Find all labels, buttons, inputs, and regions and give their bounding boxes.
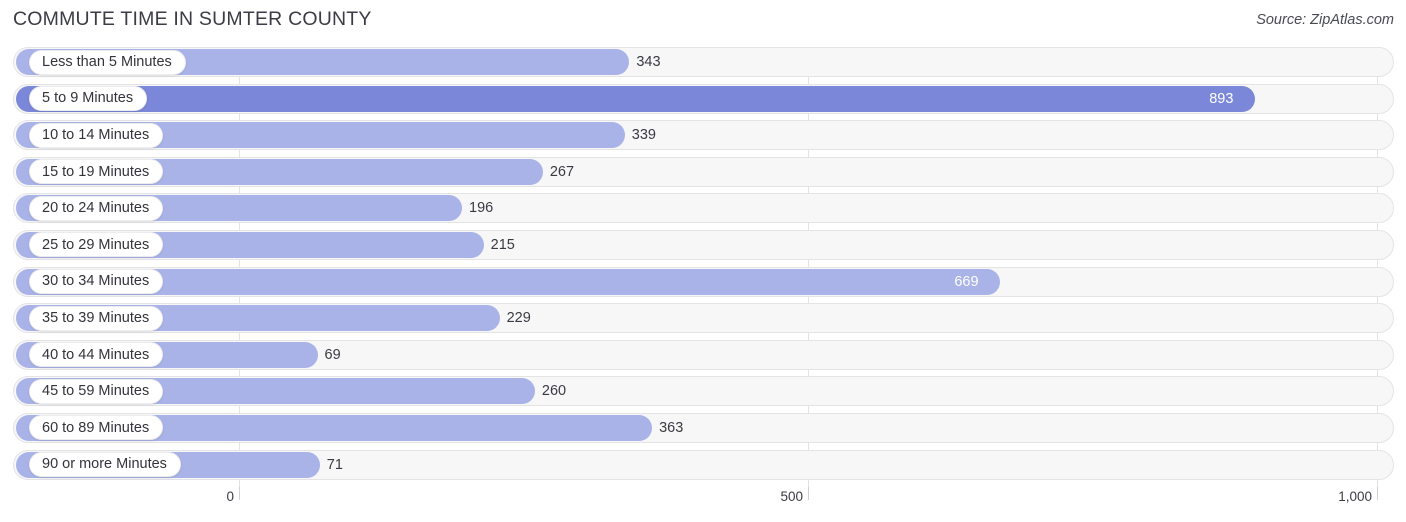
bar-row[interactable]: 5 to 9 Minutes 893 — [0, 83, 1406, 114]
bar-row[interactable]: 25 to 29 Minutes 215 — [0, 229, 1406, 260]
bar-label: Less than 5 Minutes — [42, 53, 172, 70]
bar-label: 60 to 89 Minutes — [42, 419, 150, 436]
bar-row[interactable]: 35 to 39 Minutes 229 — [0, 303, 1406, 334]
bar-value-label: 669 — [954, 273, 979, 290]
source-attribution: Source: ZipAtlas.com — [1256, 12, 1394, 28]
x-axis-tick-label: 1,000 — [1338, 489, 1372, 504]
bar-value-label: 69 — [324, 346, 341, 363]
bar-label-pill: 25 to 29 Minutes — [29, 232, 164, 258]
bar-label: 40 to 44 Minutes — [42, 346, 150, 363]
bar-value-label: 260 — [541, 383, 567, 400]
bar-row[interactable]: 30 to 34 Minutes 669 — [0, 266, 1406, 297]
bar-label-pill: 60 to 89 Minutes — [29, 415, 164, 441]
bar-label-pill: Less than 5 Minutes — [29, 49, 186, 75]
bar-label: 45 to 59 Minutes — [42, 383, 150, 400]
bar-value-label: 267 — [549, 163, 575, 180]
bar-rows: Less than 5 Minutes 343 5 to 9 Minutes 893 1… — [0, 47, 1406, 486]
bar[interactable] — [16, 85, 1256, 112]
bar-value-label: 343 — [636, 54, 661, 70]
bar-row[interactable]: 10 to 14 Minutes 339 — [0, 120, 1406, 151]
bar-label: 15 to 19 Minutes — [42, 163, 150, 180]
bar-label: 10 to 14 Minutes — [42, 126, 150, 143]
page-title: COMMUTE TIME IN SUMTER COUNTY — [13, 8, 372, 30]
bar-label-pill: 35 to 39 Minutes — [29, 305, 164, 331]
bar-label: 20 to 24 Minutes — [42, 200, 150, 217]
bar-value-label: 229 — [506, 310, 531, 327]
bar-row[interactable]: 60 to 89 Minutes 363 — [0, 412, 1406, 443]
bar[interactable] — [16, 268, 1001, 295]
bar-label-pill: 10 to 14 Minutes — [29, 122, 164, 148]
x-axis-tick-500 — [808, 487, 809, 500]
bar-row[interactable]: 15 to 19 Minutes 267 — [0, 156, 1406, 187]
bar-label-pill: 30 to 34 Minutes — [29, 269, 164, 295]
bar-label: 25 to 29 Minutes — [42, 236, 150, 253]
bar-label: 5 to 9 Minutes — [42, 90, 134, 107]
bar-label: 30 to 34 Minutes — [42, 273, 150, 290]
bar-row[interactable]: 90 or more Minutes 71 — [0, 449, 1406, 480]
chart-header: COMMUTE TIME IN SUMTER COUNTY Source: Zi… — [0, 0, 1406, 44]
bar-value-label: 215 — [490, 236, 515, 253]
bar-label-pill: 90 or more Minutes — [29, 452, 181, 478]
bar-label-pill: 20 to 24 Minutes — [29, 195, 164, 221]
bar-row[interactable]: 45 to 59 Minutes 260 — [0, 376, 1406, 407]
bar-label-pill: 5 to 9 Minutes — [29, 86, 148, 112]
bar-value-label: 71 — [326, 456, 343, 473]
bar-value-label: 363 — [659, 419, 684, 436]
x-axis-tick-1000 — [1377, 487, 1378, 500]
bar-label: 90 or more Minutes — [42, 456, 167, 473]
bar-label-pill: 15 to 19 Minutes — [29, 159, 164, 185]
bar-label-pill: 40 to 44 Minutes — [29, 342, 164, 368]
bar-value-label: 339 — [631, 127, 656, 144]
bar-label: 35 to 39 Minutes — [42, 309, 150, 326]
bar-row[interactable]: 20 to 24 Minutes 196 — [0, 193, 1406, 224]
bar-value-label: 196 — [469, 200, 494, 217]
bar-row[interactable]: 40 to 44 Minutes 69 — [0, 339, 1406, 370]
x-axis: 0 500 1,000 — [0, 487, 1406, 522]
x-axis-tick-label: 0 — [226, 489, 234, 504]
bar-label-pill: 45 to 59 Minutes — [29, 378, 164, 404]
bar-row[interactable]: Less than 5 Minutes 343 — [0, 47, 1406, 77]
chart-plot-area: Less than 5 Minutes 343 5 to 9 Minutes 893 1… — [0, 47, 1406, 487]
x-axis-tick-0 — [239, 487, 240, 500]
bar-value-label: 893 — [1209, 90, 1234, 107]
x-axis-tick-label: 500 — [780, 489, 803, 504]
